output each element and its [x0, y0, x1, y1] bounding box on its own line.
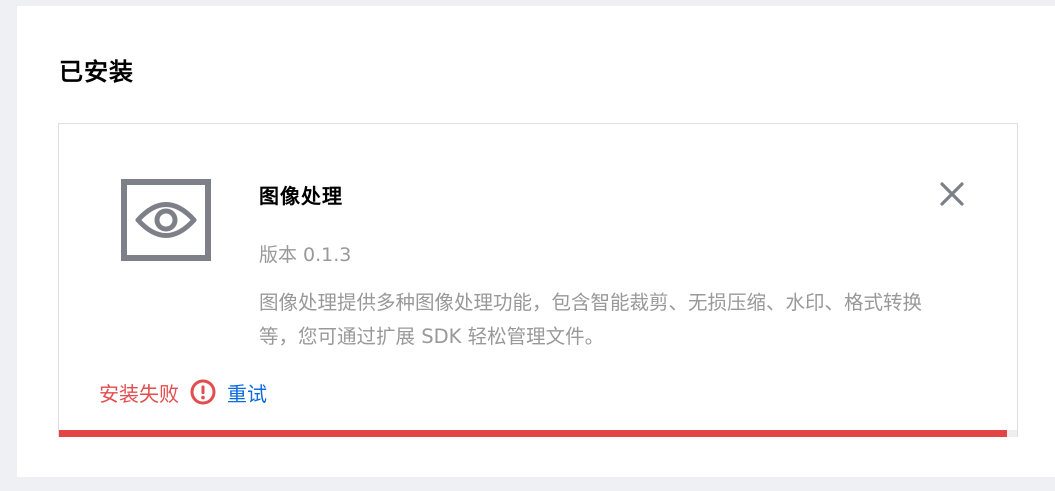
- eye-icon: [121, 179, 211, 261]
- install-failed-label: 安装失败: [99, 381, 179, 406]
- plugin-card: 图像处理 版本 0.1.3 图像处理提供多种图像处理功能，包含智能裁剪、无损压缩…: [58, 123, 1018, 437]
- plugin-description: 图像处理提供多种图像处理功能，包含智能裁剪、无损压缩、水印、格式转换等，您可通过…: [259, 291, 923, 348]
- install-status: 安装失败 重试: [99, 377, 267, 407]
- retry-link[interactable]: 重试: [227, 378, 267, 407]
- plugin-version: 版本 0.1.3: [259, 244, 352, 266]
- progress-bar: [59, 430, 1017, 437]
- installed-panel: 已安装 图像处理 版本 0.1.3 图像处理提供多种图像处理功能，包含智能裁剪、…: [17, 6, 1055, 477]
- exclamation-circle-icon: [190, 379, 216, 405]
- progress-fill: [59, 430, 1008, 437]
- section-title: 已安装: [59, 58, 134, 86]
- plugin-name: 图像处理: [259, 184, 343, 208]
- close-icon[interactable]: [939, 181, 965, 207]
